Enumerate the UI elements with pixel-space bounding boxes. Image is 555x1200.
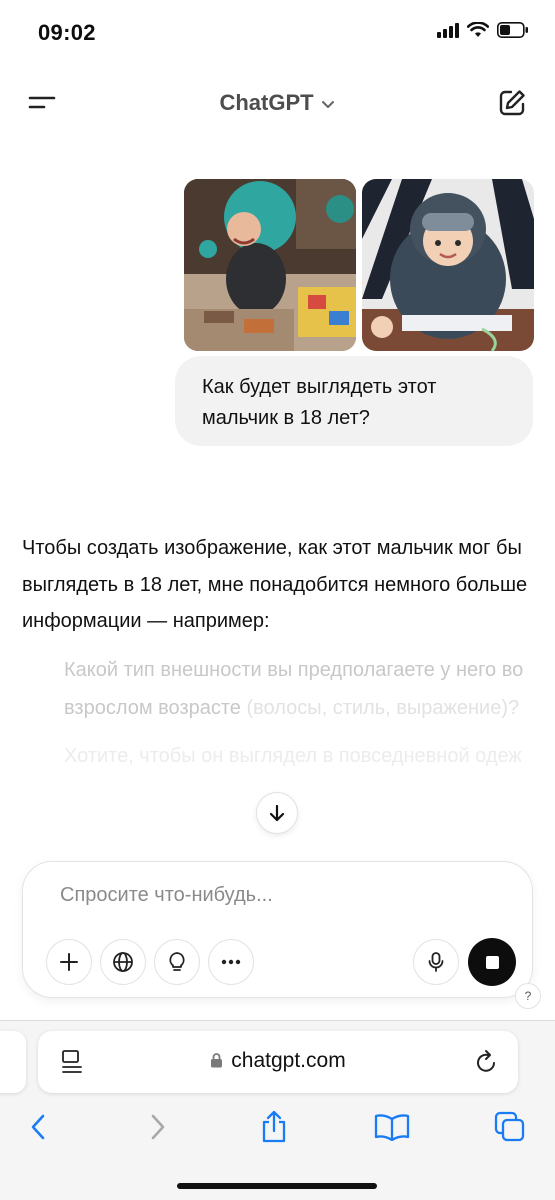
photo-baby-indoors bbox=[184, 179, 356, 351]
browser-nav-row bbox=[0, 1107, 555, 1147]
plus-icon bbox=[60, 953, 78, 971]
battery-icon bbox=[497, 22, 528, 38]
lock-icon bbox=[210, 1050, 223, 1074]
assistant-bullets: Какой тип внешности вы предполагаете у н… bbox=[64, 652, 524, 787]
attached-images bbox=[184, 179, 534, 351]
home-indicator bbox=[177, 1183, 377, 1189]
model-selector[interactable]: ChatGPT bbox=[0, 90, 555, 117]
app-header: ChatGPT bbox=[0, 76, 555, 132]
voice-input-button[interactable] bbox=[413, 939, 459, 985]
microphone-icon bbox=[428, 952, 444, 972]
app-title: ChatGPT bbox=[219, 90, 314, 115]
photo-baby-stroller bbox=[362, 179, 534, 351]
forward-button[interactable] bbox=[138, 1107, 178, 1147]
user-message-bubble: Как будет выглядеть этот мальчик в 18 ле… bbox=[175, 356, 533, 446]
help-button[interactable]: ? bbox=[515, 983, 541, 1009]
stop-generating-button[interactable] bbox=[468, 938, 516, 986]
signal-icon bbox=[437, 23, 459, 38]
more-icon bbox=[221, 959, 241, 965]
back-icon bbox=[31, 1114, 45, 1140]
reason-button[interactable] bbox=[154, 939, 200, 985]
attached-photo-1[interactable] bbox=[184, 179, 356, 351]
status-time: 09:02 bbox=[38, 20, 96, 45]
stop-icon bbox=[485, 955, 499, 969]
forward-icon bbox=[151, 1114, 165, 1140]
globe-icon bbox=[113, 952, 133, 972]
back-button[interactable] bbox=[18, 1107, 58, 1147]
share-icon bbox=[262, 1110, 286, 1143]
web-search-button[interactable] bbox=[100, 939, 146, 985]
list-item: Какой тип внешности вы предполагаете у н… bbox=[64, 652, 524, 727]
list-item: Хотите, чтобы он выглядел в повседневной… bbox=[64, 745, 522, 767]
more-options-button[interactable] bbox=[208, 939, 254, 985]
attached-photo-2[interactable] bbox=[362, 179, 534, 351]
browser-toolbar: chatgpt.com bbox=[0, 1020, 555, 1200]
add-attachment-button[interactable] bbox=[46, 939, 92, 985]
status-bar: 09:02 bbox=[0, 0, 555, 66]
compose-icon bbox=[499, 90, 525, 116]
address-bar[interactable]: chatgpt.com bbox=[38, 1031, 518, 1093]
bullet-tail: (волосы, стиль, выражение)? bbox=[240, 696, 520, 719]
previous-tab-preview[interactable] bbox=[0, 1031, 26, 1093]
assistant-message: Чтобы создать изображение, как этот маль… bbox=[22, 537, 528, 632]
status-icons bbox=[437, 22, 529, 38]
wifi-icon bbox=[467, 22, 489, 37]
bookmarks-button[interactable] bbox=[372, 1107, 412, 1147]
lightbulb-icon bbox=[169, 952, 185, 971]
tabs-icon bbox=[494, 1111, 525, 1142]
composer: Спросите что-нибудь... bbox=[22, 861, 533, 998]
chevron-down-icon bbox=[320, 91, 336, 117]
arrow-down-icon bbox=[269, 804, 285, 822]
new-chat-button[interactable] bbox=[497, 88, 527, 118]
scroll-down-button[interactable] bbox=[256, 792, 298, 834]
url-display: chatgpt.com bbox=[38, 1049, 518, 1074]
message-input[interactable]: Спросите что-нибудь... bbox=[60, 884, 273, 907]
reload-icon[interactable] bbox=[474, 1048, 500, 1076]
url-text: chatgpt.com bbox=[231, 1049, 346, 1072]
tabs-button[interactable] bbox=[490, 1107, 530, 1147]
bookmarks-icon bbox=[374, 1114, 410, 1141]
share-button[interactable] bbox=[254, 1107, 294, 1147]
